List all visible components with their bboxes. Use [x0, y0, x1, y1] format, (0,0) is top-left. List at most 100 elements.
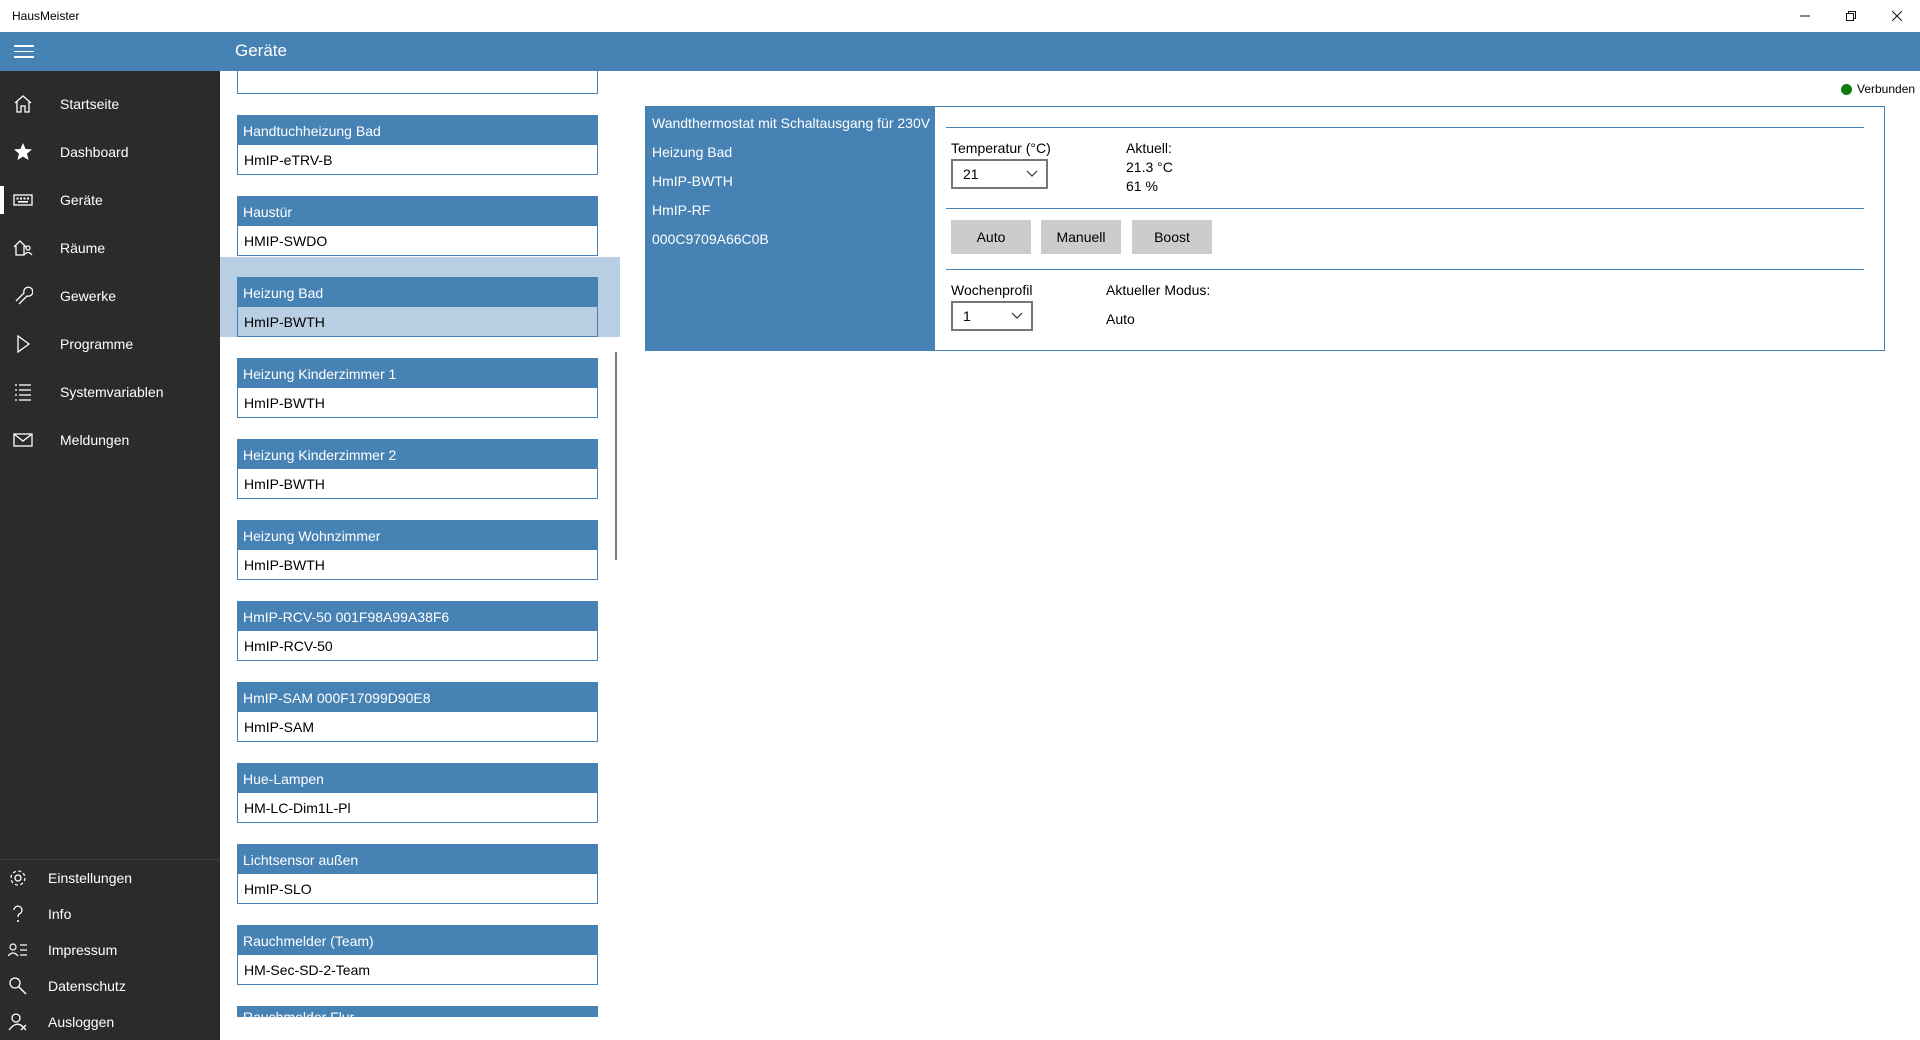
list-item[interactable]: Rauchmelder (Team) HM-Sec-SD-2-Team [237, 925, 598, 985]
sidebar-item-geraete[interactable]: Geräte [0, 176, 220, 224]
sidebar-item-label: Datenschutz [48, 978, 126, 994]
device-interface: HmIP-RF [652, 202, 711, 218]
list-item[interactable]: Hue-Lampen HM-LC-Dim1L-Pl [237, 763, 598, 823]
device-type: HmIP-BWTH [652, 173, 733, 189]
list-item[interactable]: Haustür HMIP-SWDO [237, 196, 598, 256]
sidebar-item-info[interactable]: Info [0, 896, 220, 932]
page-title: Geräte [235, 41, 287, 60]
list-item-partial[interactable] [237, 71, 598, 94]
device-type: HmIP-SLO [237, 874, 598, 904]
device-name: Lichtsensor außen [237, 844, 598, 874]
chevron-down-icon [1026, 170, 1038, 177]
sidebar-item-systemvariablen[interactable]: Systemvariablen [0, 368, 220, 416]
device-name: Heizung Wohnzimmer [237, 520, 598, 550]
current-humidity: 61 % [1126, 178, 1158, 194]
device-address: 000C9709A66C0B [652, 231, 769, 247]
sidebar-item-raeume[interactable]: Räume [0, 224, 220, 272]
device-name: Heizung Bad [652, 144, 733, 160]
sidebar-item-label: Info [48, 906, 72, 922]
sidebar: Startseite Dashboard Geräte Räume Gewerk… [0, 71, 220, 1040]
rooms-icon [12, 237, 34, 259]
device-info-column: Wandthermostat mit Schaltausgang für 230… [646, 107, 935, 350]
star-icon [12, 141, 34, 163]
device-name: HmIP-RCV-50 001F98A99A38F6 [237, 601, 598, 631]
sidebar-item-ausloggen[interactable]: Ausloggen [0, 1004, 220, 1040]
current-temperature: 21.3 °C [1126, 159, 1173, 175]
temperature-select[interactable]: 21 [951, 159, 1048, 189]
manual-button[interactable]: Manuell [1041, 220, 1121, 254]
wrench-icon [12, 285, 34, 307]
list-item[interactable]: Heizung Wohnzimmer HmIP-BWTH [237, 520, 598, 580]
sidebar-item-dashboard[interactable]: Dashboard [0, 128, 220, 176]
device-name: Handtuchheizung Bad [237, 115, 598, 145]
device-type: HM-LC-Dim1L-Pl [237, 793, 598, 823]
restore-button[interactable] [1828, 0, 1874, 32]
title-bar: HausMeister [0, 0, 1920, 32]
list-item[interactable]: Heizung Kinderzimmer 1 HmIP-BWTH [237, 358, 598, 418]
sidebar-item-meldungen[interactable]: Meldungen [0, 416, 220, 464]
header-bar: Geräte [0, 32, 1920, 71]
sidebar-item-label: Dashboard [60, 144, 129, 160]
list-item[interactable]: HmIP-RCV-50 001F98A99A38F6 HmIP-RCV-50 [237, 601, 598, 661]
device-type: HM-Sec-SD-2-Team [237, 955, 598, 985]
device-name: Hue-Lampen [237, 763, 598, 793]
list-item-selected[interactable]: Heizung Bad HmIP-BWTH [237, 277, 598, 337]
device-type: HmIP-RCV-50 [237, 631, 598, 661]
device-name: Heizung Bad [237, 277, 598, 307]
sidebar-item-label: Räume [60, 240, 106, 256]
device-list[interactable]: Handtuchheizung Bad HmIP-eTRV-B Haustür … [220, 71, 620, 1040]
hamburger-menu-button[interactable] [0, 32, 48, 71]
device-name: Rauchmelder Flur [237, 1006, 598, 1017]
device-type: HmIP-BWTH [237, 469, 598, 499]
device-name: Haustür [237, 196, 598, 226]
play-icon [12, 333, 34, 355]
list-item[interactable]: Heizung Kinderzimmer 2 HmIP-BWTH [237, 439, 598, 499]
status-label: Verbunden [1857, 82, 1916, 96]
sidebar-item-einstellungen[interactable]: Einstellungen [0, 860, 220, 896]
app-title: HausMeister [12, 9, 80, 23]
sidebar-item-label: Einstellungen [48, 870, 133, 886]
sidebar-item-datenschutz[interactable]: Datenschutz [0, 968, 220, 1004]
sidebar-item-label: Ausloggen [48, 1014, 115, 1030]
device-type: HmIP-BWTH [237, 550, 598, 580]
list-item[interactable]: HmIP-SAM 000F17099D90E8 HmIP-SAM [237, 682, 598, 742]
list-icon [12, 381, 34, 403]
divider [946, 269, 1864, 270]
device-detail-panel: Wandthermostat mit Schaltausgang für 230… [645, 106, 1885, 351]
sidebar-item-gewerke[interactable]: Gewerke [0, 272, 220, 320]
sidebar-item-programme[interactable]: Programme [0, 320, 220, 368]
list-item[interactable]: Lichtsensor außen HmIP-SLO [237, 844, 598, 904]
minimize-button[interactable] [1782, 0, 1828, 32]
sidebar-item-label: Impressum [48, 942, 118, 958]
status-dot-icon [1841, 83, 1852, 95]
device-description: Wandthermostat mit Schaltausgang für 230… [652, 115, 931, 131]
device-name: Heizung Kinderzimmer 2 [237, 439, 598, 469]
sidebar-item-impressum[interactable]: Impressum [0, 932, 220, 968]
list-item[interactable]: Handtuchheizung Bad HmIP-eTRV-B [237, 115, 598, 175]
temperature-value: 21 [963, 166, 979, 182]
device-name: HmIP-SAM 000F17099D90E8 [237, 682, 598, 712]
gear-icon [7, 867, 29, 889]
logout-person-icon [7, 1011, 29, 1033]
list-scrollbar[interactable] [615, 352, 617, 560]
close-button[interactable] [1874, 0, 1920, 32]
device-type: HmIP-BWTH [237, 307, 598, 337]
chevron-down-icon [1011, 312, 1023, 319]
home-icon [12, 93, 34, 115]
device-type: HMIP-SWDO [237, 226, 598, 256]
current-mode-value: Auto [1106, 311, 1135, 327]
weekly-profile-select[interactable]: 1 [951, 301, 1033, 331]
weekly-profile-value: 1 [963, 308, 971, 324]
divider [946, 127, 1864, 128]
auto-button[interactable]: Auto [951, 220, 1031, 254]
search-person-icon [7, 975, 29, 997]
list-item-partial[interactable]: Rauchmelder Flur [237, 1006, 598, 1017]
connection-status: Verbunden [1841, 82, 1915, 96]
temperature-label: Temperatur (°C) [951, 140, 1051, 156]
sidebar-item-startseite[interactable]: Startseite [0, 80, 220, 128]
device-type: HmIP-eTRV-B [237, 145, 598, 175]
mail-icon [12, 429, 34, 451]
current-label: Aktuell: [1126, 140, 1172, 156]
sidebar-item-label: Startseite [60, 96, 120, 112]
boost-button[interactable]: Boost [1132, 220, 1212, 254]
